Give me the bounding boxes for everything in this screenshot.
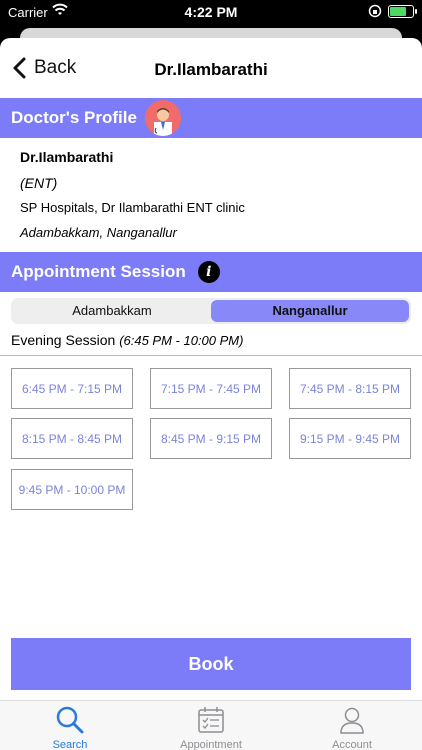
time-slot[interactable]: 8:45 PM - 9:15 PM (150, 418, 272, 459)
doctor-specialty: (ENT) (20, 175, 58, 191)
section-title: Doctor's Profile (11, 108, 137, 127)
doctor-detail-sheet: Back Dr.Ilambarathi Doctor's Profile Dr.… (0, 38, 422, 750)
session-range: (6:45 PM - 10:00 PM) (119, 333, 244, 348)
battery-icon (388, 5, 417, 18)
time-slot[interactable]: 9:45 PM - 10:00 PM (11, 469, 133, 510)
tab-search[interactable]: Search (10, 701, 130, 750)
time-slot[interactable]: 9:15 PM - 9:45 PM (289, 418, 411, 459)
user-icon (340, 707, 364, 734)
doctor-avatar-icon (144, 100, 181, 136)
status-bar: Carrier 4:22 PM (0, 0, 422, 24)
tab-label: Account (332, 739, 372, 750)
page-title: Dr.Ilambarathi (154, 60, 268, 79)
time-slot[interactable]: 8:15 PM - 8:45 PM (11, 418, 133, 459)
segment-adambakkam[interactable]: Adambakkam (13, 300, 211, 322)
location-segmented-control: Adambakkam Nanganallur (11, 298, 411, 324)
section-title: Appointment Session (11, 262, 186, 281)
tab-appointment[interactable]: Appointment (151, 701, 271, 750)
appointment-session-header: Appointment Session i (0, 252, 422, 292)
navigation-bar: Back Dr.Ilambarathi (0, 38, 422, 98)
doctor-locations: Adambakkam, Nanganallur (20, 225, 177, 240)
session-header: Evening Session (6:45 PM - 10:00 PM) (0, 332, 422, 352)
doctor-profile-header: Doctor's Profile (0, 98, 422, 138)
info-icon[interactable]: i (197, 261, 220, 283)
orientation-lock-icon (368, 4, 382, 18)
search-icon (56, 706, 84, 734)
tab-label: Appointment (180, 739, 242, 750)
time-slot[interactable]: 6:45 PM - 7:15 PM (11, 368, 133, 409)
book-button[interactable]: Book (11, 638, 411, 690)
tab-bar: Search Appointment Account (0, 700, 422, 750)
clock: 4:22 PM (184, 4, 238, 20)
time-slot[interactable]: 7:45 PM - 8:15 PM (289, 368, 411, 409)
time-slot[interactable]: 7:15 PM - 7:45 PM (150, 368, 272, 409)
tab-account[interactable]: Account (292, 701, 412, 750)
tab-label: Search (52, 739, 88, 750)
doctor-name: Dr.Ilambarathi (20, 149, 114, 165)
session-name: Evening Session (11, 332, 116, 348)
doctor-hospital: SP Hospitals, Dr Ilambarathi ENT clinic (20, 200, 245, 215)
calendar-list-icon (198, 707, 224, 733)
segment-nanganallur[interactable]: Nanganallur (211, 300, 409, 322)
time-slot-grid: 6:45 PM - 7:15 PM 7:15 PM - 7:45 PM 7:45… (0, 356, 422, 516)
doctor-profile: Dr.Ilambarathi (ENT) SP Hospitals, Dr Il… (0, 138, 422, 252)
